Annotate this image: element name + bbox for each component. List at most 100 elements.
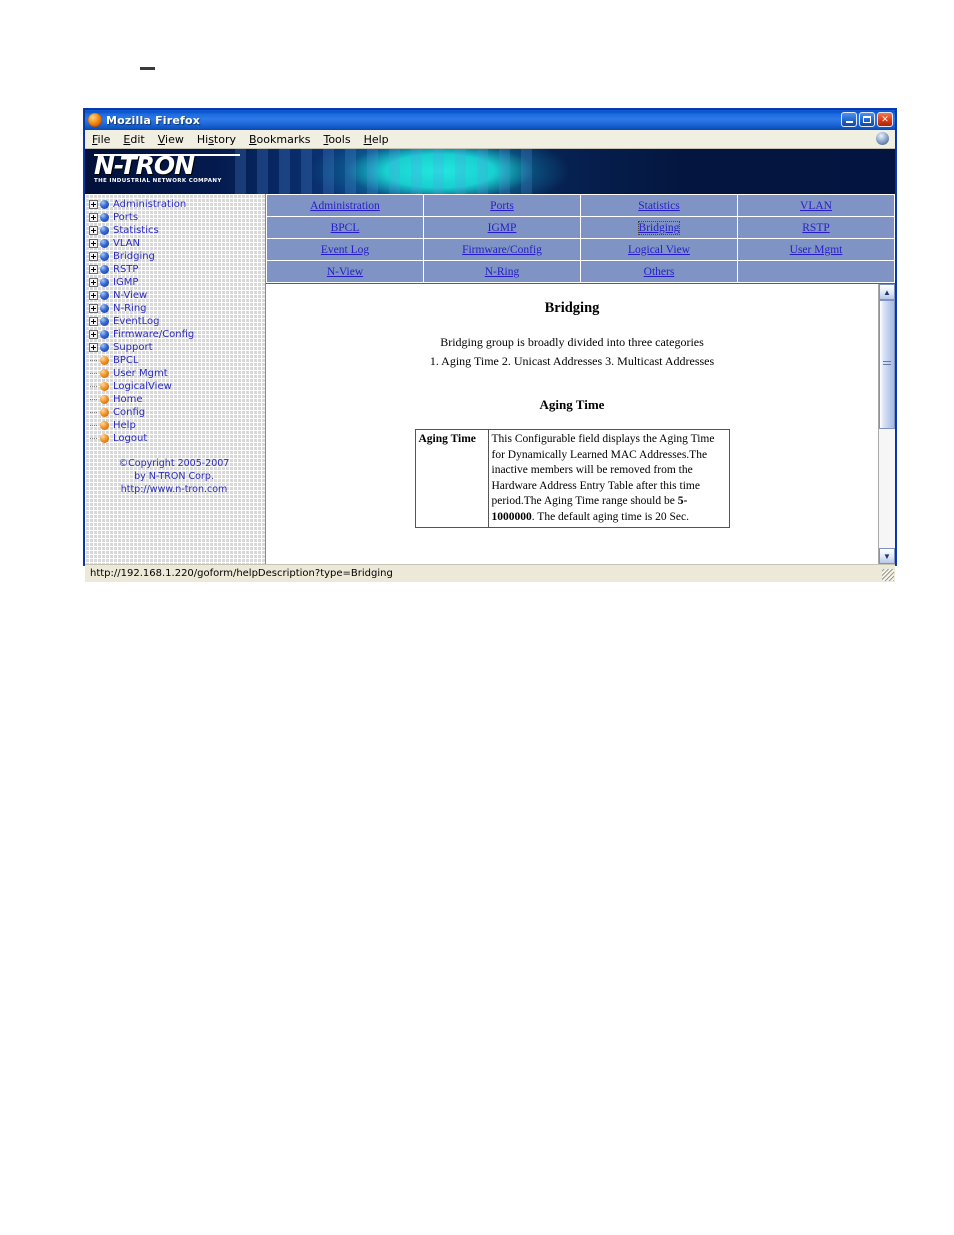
nav-link-n-ring[interactable]: N-Ring xyxy=(485,266,520,278)
intro-line-1: Bridging group is broadly divided into t… xyxy=(440,335,704,349)
expand-plus-icon[interactable] xyxy=(89,278,98,287)
nav-link-firmware-config[interactable]: Firmware/Config xyxy=(462,244,542,256)
sidebar-item-config[interactable]: Config xyxy=(89,406,265,419)
nav-row: Administration Ports Statistics VLAN xyxy=(266,194,895,217)
nav-cell: User Mgmt xyxy=(737,238,895,261)
main-pane: Administration Ports Statistics VLAN BPCL IGM… xyxy=(266,194,895,564)
menu-item-edit[interactable]: Edit xyxy=(123,133,144,146)
blue-sphere-icon xyxy=(100,200,109,209)
nav-cell: Ports xyxy=(423,194,581,217)
sidebar-item-label: N-View xyxy=(113,290,148,301)
blue-sphere-icon xyxy=(100,278,109,287)
tree-connector-icon xyxy=(89,382,98,391)
scrollbar-track[interactable] xyxy=(879,300,895,548)
scroll-down-icon[interactable]: ▼ xyxy=(879,548,895,564)
sidebar-item-rstp[interactable]: RSTP xyxy=(89,263,265,276)
maximize-button[interactable] xyxy=(859,112,875,127)
expand-plus-icon[interactable] xyxy=(89,291,98,300)
copyright-link[interactable]: http://www.n-tron.com xyxy=(89,483,259,496)
scroll-up-icon[interactable]: ▲ xyxy=(879,284,895,300)
sidebar-item-n-ring[interactable]: N-Ring xyxy=(89,302,265,315)
blue-sphere-icon xyxy=(100,330,109,339)
sidebar-item-ports[interactable]: Ports xyxy=(89,211,265,224)
help-content: Bridging Bridging group is broadly divid… xyxy=(266,284,878,564)
nav-link-logical-view[interactable]: Logical View xyxy=(628,244,690,256)
sidebar-item-logout[interactable]: Logout xyxy=(89,432,265,445)
sidebar-item-label: Config xyxy=(113,407,146,418)
blue-sphere-icon xyxy=(100,213,109,222)
intro-line-2: 1. Aging Time 2. Unicast Addresses 3. Mu… xyxy=(429,354,715,368)
nav-link-bridging[interactable]: Bridging xyxy=(637,220,681,235)
site-banner: N-TRON THE INDUSTRIAL NETWORK COMPANY xyxy=(85,149,895,194)
menu-item-bookmarks[interactable]: Bookmarks xyxy=(249,133,310,146)
nav-link-event-log[interactable]: Event Log xyxy=(321,244,369,256)
expand-plus-icon[interactable] xyxy=(89,213,98,222)
expand-plus-icon[interactable] xyxy=(89,239,98,248)
copyright-line-1: ©Copyright 2005-2007 xyxy=(118,458,230,469)
sidebar-item-bpcl[interactable]: BPCL xyxy=(89,354,265,367)
orange-sphere-icon xyxy=(100,421,109,430)
menu-item-tools[interactable]: Tools xyxy=(323,133,350,146)
orange-sphere-icon xyxy=(100,356,109,365)
sidebar-item-home[interactable]: Home xyxy=(89,393,265,406)
menu-item-view[interactable]: View xyxy=(158,133,184,146)
sidebar-item-n-view[interactable]: N-View xyxy=(89,289,265,302)
sidebar-item-administration[interactable]: Administration xyxy=(89,198,265,211)
minimize-button[interactable] xyxy=(841,112,857,127)
expand-plus-icon[interactable] xyxy=(89,200,98,209)
sidebar-item-support[interactable]: Support xyxy=(89,341,265,354)
sidebar-item-label: LogicalView xyxy=(113,381,172,392)
nav-link-statistics[interactable]: Statistics xyxy=(638,200,680,212)
sidebar-item-bridging[interactable]: Bridging xyxy=(89,250,265,263)
nav-link-vlan[interactable]: VLAN xyxy=(800,200,832,212)
expand-plus-icon[interactable] xyxy=(89,304,98,313)
menu-item-file[interactable]: File xyxy=(92,133,110,146)
ntron-logo: N-TRON THE INDUSTRIAL NETWORK COMPANY xyxy=(94,153,242,189)
expand-plus-icon[interactable] xyxy=(89,265,98,274)
expand-plus-icon[interactable] xyxy=(89,317,98,326)
menu-item-history[interactable]: History xyxy=(197,133,236,146)
expand-plus-icon[interactable] xyxy=(89,226,98,235)
sidebar-item-statistics[interactable]: Statistics xyxy=(89,224,265,237)
nav-cell: Statistics xyxy=(580,194,738,217)
resize-grip[interactable] xyxy=(882,569,894,581)
sidebar-item-igmp[interactable]: IGMP xyxy=(89,276,265,289)
sidebar-item-label: Statistics xyxy=(113,225,159,236)
stray-dash-mark xyxy=(140,67,155,70)
nav-link-rstp[interactable]: RSTP xyxy=(802,222,830,234)
nav-link-administration[interactable]: Administration xyxy=(310,200,380,212)
expand-plus-icon[interactable] xyxy=(89,252,98,261)
banner-streaks xyxy=(235,149,535,194)
sidebar-item-vlan[interactable]: VLAN xyxy=(89,237,265,250)
scrollbar-thumb[interactable] xyxy=(879,300,895,429)
sidebar-item-help[interactable]: Help xyxy=(89,419,265,432)
copyright-block: ©Copyright 2005-2007 by N-TRON Corp. htt… xyxy=(89,457,265,496)
blue-sphere-icon xyxy=(100,317,109,326)
tree-connector-icon xyxy=(89,356,98,365)
page-title: Bridging xyxy=(544,300,600,316)
close-button[interactable]: ✕ xyxy=(877,112,893,127)
table-row: Aging Time This Configurable field displ… xyxy=(414,429,730,528)
menu-item-help[interactable]: Help xyxy=(364,133,389,146)
expand-plus-icon[interactable] xyxy=(89,343,98,352)
nav-cell: Firmware/Config xyxy=(423,238,581,261)
window-controls: ✕ xyxy=(841,112,893,127)
web-page: N-TRON THE INDUSTRIAL NETWORK COMPANY Ad… xyxy=(85,149,895,564)
sidebar-item-user-mgmt[interactable]: User Mgmt xyxy=(89,367,265,380)
nav-link-user-mgmt[interactable]: User Mgmt xyxy=(790,244,843,256)
blue-sphere-icon xyxy=(100,239,109,248)
vertical-scrollbar[interactable]: ▲ ▼ xyxy=(878,284,895,564)
nav-link-others[interactable]: Others xyxy=(644,266,675,278)
aging-time-description-table: Aging Time This Configurable field displ… xyxy=(414,429,730,528)
sidebar-item-eventlog[interactable]: EventLog xyxy=(89,315,265,328)
sidebar-item-logicalview[interactable]: LogicalView xyxy=(89,380,265,393)
blue-sphere-icon xyxy=(100,304,109,313)
nav-link-ports[interactable]: Ports xyxy=(490,200,514,212)
throbber-icon xyxy=(876,132,889,145)
nav-link-igmp[interactable]: IGMP xyxy=(488,222,517,234)
nav-link-bpcl[interactable]: BPCL xyxy=(331,222,360,234)
sidebar-item-firmware-config[interactable]: Firmware/Config xyxy=(89,328,265,341)
nav-link-n-view[interactable]: N-View xyxy=(327,266,363,278)
sidebar-item-label: N-Ring xyxy=(113,303,147,314)
expand-plus-icon[interactable] xyxy=(89,330,98,339)
